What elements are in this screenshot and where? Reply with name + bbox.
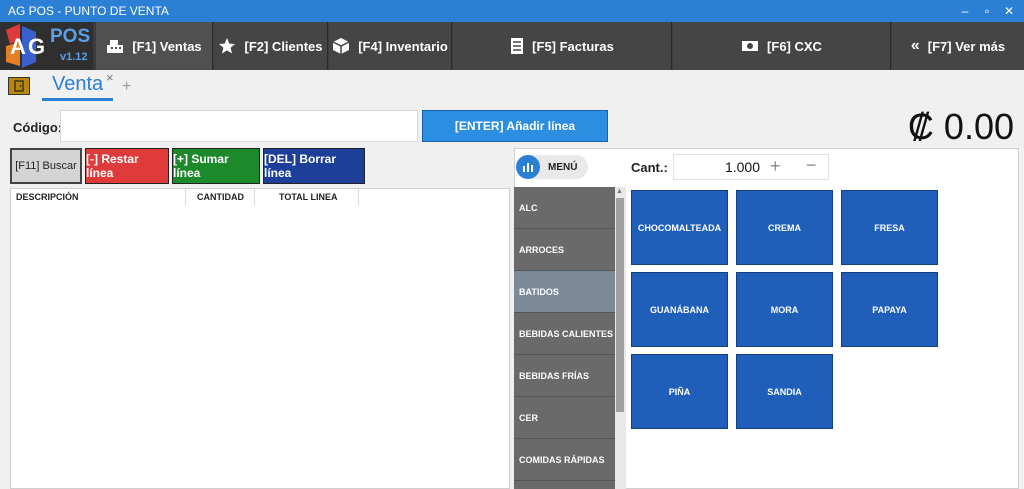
nav-inventario-label: [F4] Inventario bbox=[358, 38, 448, 54]
category-item-batidos[interactable]: BATIDOS bbox=[514, 271, 615, 313]
col-descripcion[interactable]: DESCRIPCIÓN bbox=[16, 189, 79, 205]
double-chevron-left-icon: « bbox=[910, 37, 920, 54]
sale-lines-table[interactable]: DESCRIPCIÓN CANTIDAD TOTAL LINEA bbox=[10, 188, 510, 489]
menu-label: MENÚ bbox=[548, 161, 578, 173]
logo-version: v1.12 bbox=[60, 51, 88, 63]
product-guanabana[interactable]: GUANÁBANA bbox=[631, 272, 728, 347]
category-list: ALC ARROCES BATIDOS BEBIDAS CALIENTES BE… bbox=[514, 187, 615, 489]
quantity-minus-icon[interactable]: − bbox=[806, 155, 817, 176]
category-item-bebidas-calientes[interactable]: BEBIDAS CALIENTES bbox=[514, 313, 615, 355]
nav-clientes[interactable]: [F2] Clientes bbox=[214, 22, 328, 70]
nav-ventas-label: [F1] Ventas bbox=[132, 38, 202, 54]
col-separator bbox=[185, 189, 186, 205]
nav-facturas[interactable]: [F5] Facturas bbox=[453, 22, 672, 70]
star-icon bbox=[218, 37, 236, 55]
product-crema[interactable]: CREMA bbox=[736, 190, 833, 265]
logo-name: POS bbox=[50, 26, 91, 47]
category-item-arroces[interactable]: ARROCES bbox=[514, 229, 615, 271]
product-pina[interactable]: PIÑA bbox=[631, 354, 728, 429]
col-total-linea[interactable]: TOTAL LINEA bbox=[279, 189, 338, 205]
minimize-button[interactable]: – bbox=[954, 2, 976, 20]
window-title: AG POS - PUNTO DE VENTA bbox=[8, 4, 169, 18]
tab-add-icon[interactable]: + bbox=[122, 78, 131, 96]
nav-clientes-label: [F2] Clientes bbox=[244, 38, 323, 54]
product-mora[interactable]: MORA bbox=[736, 272, 833, 347]
nav-inventario[interactable]: [F4] Inventario bbox=[329, 22, 452, 70]
product-fresa[interactable]: FRESA bbox=[841, 190, 938, 265]
main-nav: G A POS v1.12 [F1] Ventas [F2] Clientes … bbox=[0, 22, 1024, 70]
product-sandia[interactable]: SANDIA bbox=[736, 354, 833, 429]
cash-register-icon bbox=[106, 38, 124, 54]
quantity-plus-icon[interactable]: + bbox=[770, 156, 781, 177]
nav-ver-mas[interactable]: « [F7] Ver más bbox=[892, 22, 1024, 70]
codigo-label: Código: bbox=[13, 120, 63, 135]
category-item-cer[interactable]: CER bbox=[514, 397, 615, 439]
box-icon bbox=[332, 37, 350, 55]
tab-bar: Venta × + bbox=[0, 70, 1024, 102]
menu-button[interactable]: MENÚ bbox=[516, 155, 588, 179]
title-bar: AG POS - PUNTO DE VENTA – ▫ ✕ bbox=[0, 0, 1024, 22]
add-line-qty-button[interactable]: [+] Sumar línea bbox=[172, 148, 260, 184]
total-amount: ₡ 0.00 bbox=[907, 106, 1014, 147]
category-item-comidas-rapidas[interactable]: COMIDAS RÁPIDAS bbox=[514, 439, 615, 481]
product-papaya[interactable]: PAPAYA bbox=[841, 272, 938, 347]
search-button[interactable]: [F11] Buscar bbox=[10, 148, 82, 184]
category-item-bebidas-frias[interactable]: BEBIDAS FRÍAS bbox=[514, 355, 615, 397]
close-window-button[interactable]: ✕ bbox=[998, 2, 1020, 20]
menu-icon bbox=[516, 155, 540, 179]
quantity-value[interactable]: 1.000 bbox=[725, 159, 760, 175]
tab-close-icon[interactable]: × bbox=[106, 70, 114, 85]
subtract-line-button[interactable]: [-] Restar línea bbox=[85, 148, 169, 184]
nav-facturas-label: [F5] Facturas bbox=[532, 38, 614, 54]
app-logo: G A POS v1.12 bbox=[0, 22, 93, 70]
col-separator bbox=[358, 189, 359, 205]
codigo-input[interactable] bbox=[60, 110, 418, 142]
svg-text:A: A bbox=[10, 34, 26, 59]
col-cantidad[interactable]: CANTIDAD bbox=[197, 189, 244, 205]
nav-cxc[interactable]: [F6] CXC bbox=[673, 22, 891, 70]
nav-ver-mas-label: [F7] Ver más bbox=[927, 38, 1006, 54]
delete-line-button[interactable]: [DEL] Borrar línea bbox=[263, 148, 365, 184]
svg-text:G: G bbox=[28, 34, 45, 59]
category-scroll-thumb[interactable] bbox=[616, 198, 624, 412]
quantity-stepper[interactable]: 1.000 + − bbox=[673, 154, 829, 180]
maximize-button[interactable]: ▫ bbox=[976, 2, 998, 20]
tab-venta[interactable]: Venta bbox=[42, 73, 114, 101]
nav-ventas[interactable]: [F1] Ventas bbox=[96, 22, 213, 70]
door-exit-icon[interactable] bbox=[8, 77, 30, 95]
col-separator bbox=[254, 189, 255, 205]
product-chocomalteada[interactable]: CHOCOMALTEADA bbox=[631, 190, 728, 265]
invoice-icon bbox=[510, 37, 524, 55]
scroll-up-icon[interactable]: ▲ bbox=[616, 188, 623, 195]
category-item-alc[interactable]: ALC bbox=[514, 187, 615, 229]
nav-cxc-label: [F6] CXC bbox=[767, 38, 822, 54]
quantity-label: Cant.: bbox=[631, 160, 668, 175]
money-icon bbox=[741, 39, 759, 53]
add-line-button[interactable]: [ENTER] Añadir línea bbox=[422, 110, 608, 142]
